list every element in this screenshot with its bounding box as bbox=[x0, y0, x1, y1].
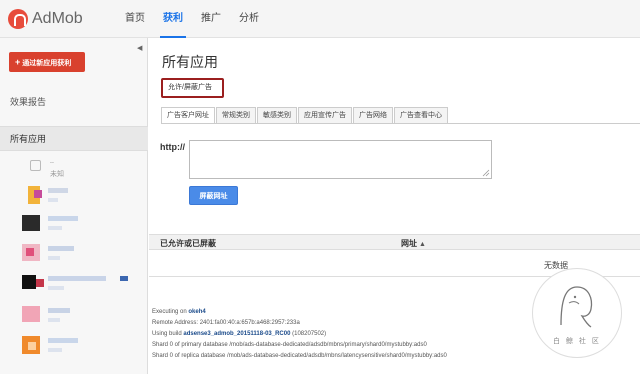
whale-icon bbox=[560, 286, 593, 328]
debug-footer: Executing on okeh4 Remote Address: 2401:… bbox=[152, 307, 447, 362]
executing-prefix: Executing on bbox=[152, 309, 189, 315]
column-allowed-blocked[interactable]: 已允许或已屏蔽 bbox=[160, 238, 216, 249]
column-url-label: 网址 bbox=[401, 239, 417, 248]
app-placeholder-icon bbox=[30, 160, 41, 171]
watermark-text: 白 鲸 社 区 bbox=[553, 338, 601, 345]
block-url-button[interactable]: 屏蔽网址 bbox=[189, 186, 238, 205]
tabs-divider bbox=[161, 123, 640, 124]
column-url[interactable]: 网址 ▲ bbox=[401, 238, 426, 249]
collapse-sidebar-icon[interactable]: ◀ bbox=[137, 44, 142, 52]
build-name: adsense3_admob_20151118-03_RC00 bbox=[183, 331, 291, 337]
build-line: Using build adsense3_admob_20151118-03_R… bbox=[152, 329, 447, 340]
admob-logo-icon bbox=[8, 9, 28, 29]
nav-analyze[interactable]: 分析 bbox=[230, 0, 268, 38]
tab-general-categories[interactable]: 常规类别 bbox=[216, 107, 256, 124]
main-nav: 首页 获利 推广 分析 bbox=[116, 0, 268, 38]
app-name-label: .. bbox=[50, 158, 54, 165]
build-suffix: (108207502) bbox=[290, 331, 327, 337]
remote-address-line: Remote Address: 2401:fa00:40:a:657b:a468… bbox=[152, 320, 300, 326]
app-name: AdMob bbox=[32, 10, 83, 27]
url-input[interactable] bbox=[189, 140, 492, 179]
app-status-label: 未知 bbox=[50, 171, 64, 178]
tab-app-promotion-ads[interactable]: 应用宣传广告 bbox=[298, 107, 352, 124]
http-prefix-label: http:// bbox=[160, 142, 185, 152]
sidebar-item-reports[interactable]: 效果报告 bbox=[10, 95, 46, 108]
resize-grip-icon[interactable] bbox=[482, 169, 490, 177]
nav-promote[interactable]: 推广 bbox=[192, 0, 230, 38]
watermark-logo: 白 鲸 社 区 bbox=[532, 268, 622, 358]
top-bar: AdMob 首页 获利 推广 分析 bbox=[0, 0, 640, 38]
executing-line: Executing on okeh4 bbox=[152, 307, 447, 318]
allow-block-ads-tab[interactable]: 允许/屏蔽广告 bbox=[161, 78, 224, 98]
filter-tabs: 广告客户网址 常规类别 敏感类别 应用宣传广告 广告网络 广告查看中心 bbox=[161, 107, 449, 124]
tab-advertiser-urls[interactable]: 广告客户网址 bbox=[161, 107, 215, 124]
shard-primary-line: Shard 0 of primary database /mob/ads-dat… bbox=[152, 342, 427, 348]
page-title: 所有应用 bbox=[162, 54, 218, 70]
sort-icon: ▲ bbox=[419, 241, 426, 248]
shard-replica-line: Shard 0 of replica database /mob/ads-dat… bbox=[152, 353, 447, 359]
build-prefix: Using build bbox=[152, 331, 184, 337]
admob-logo[interactable]: AdMob bbox=[8, 9, 83, 29]
nav-monetize[interactable]: 获利 bbox=[154, 0, 192, 38]
executing-host: okeh4 bbox=[188, 309, 206, 315]
create-app-label: 通过新应用获利 bbox=[22, 60, 72, 67]
sidebar-item-all-apps[interactable]: 所有应用 bbox=[0, 127, 148, 151]
sidebar: + 通过新应用获利 效果报告 所有应用 .. 未知 bbox=[0, 38, 148, 374]
tab-ad-networks[interactable]: 广告网络 bbox=[353, 107, 393, 124]
create-app-button[interactable]: + 通过新应用获利 bbox=[9, 52, 85, 72]
nav-home[interactable]: 首页 bbox=[116, 0, 154, 38]
plus-icon: + bbox=[15, 57, 21, 67]
tab-sensitive-categories[interactable]: 敏感类别 bbox=[257, 107, 297, 124]
url-table-header: 已允许或已屏蔽 网址 ▲ bbox=[149, 234, 640, 250]
tab-ad-review-center[interactable]: 广告查看中心 bbox=[394, 107, 448, 124]
